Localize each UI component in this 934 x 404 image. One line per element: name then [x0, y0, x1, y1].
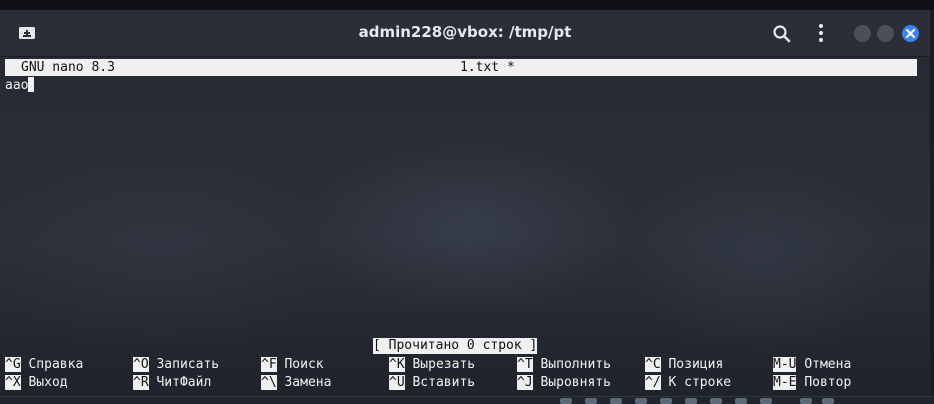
shortcut-exit[interactable]: ^X Выход: [5, 374, 68, 392]
minimize-button[interactable]: [854, 25, 871, 42]
close-button[interactable]: [902, 25, 919, 42]
shortcut-read-file[interactable]: ^R ЧитФайл: [133, 374, 211, 392]
shortcut-location[interactable]: ^C Позиция: [645, 356, 723, 374]
tray-icon[interactable]: [760, 398, 772, 404]
shortcut-go-to-line[interactable]: ^/ К строке: [645, 374, 731, 392]
text-cursor: [28, 77, 35, 92]
nano-edit-buffer[interactable]: aao: [5, 77, 35, 94]
tray-icon[interactable]: [560, 398, 572, 404]
tray-icon[interactable]: [685, 398, 697, 404]
maximize-button[interactable]: [877, 25, 894, 42]
shortcut-help[interactable]: ^G Справка: [5, 356, 83, 374]
shortcut-undo[interactable]: M-U Отмена: [773, 356, 851, 374]
nano-shortcut-bar: ^G Справка ^O Записать ^F Поиск ^K Вырез…: [5, 356, 925, 392]
desktop-top-panel: [0, 0, 934, 10]
buffer-line-1: aao: [5, 78, 29, 93]
shortcut-execute[interactable]: ^T Выполнить: [517, 356, 611, 374]
tray-icon[interactable]: [635, 398, 647, 404]
shortcut-redo[interactable]: M-E Повтор: [773, 374, 851, 392]
tray-icon[interactable]: [735, 398, 747, 404]
shortcut-where-is[interactable]: ^F Поиск: [261, 356, 324, 374]
search-icon[interactable]: [772, 24, 792, 44]
nano-version: GNU nano 8.3: [21, 60, 115, 75]
shortcut-justify[interactable]: ^J Выровнять: [517, 374, 611, 392]
nano-title-bar: GNU nano 8.3 1.txt *: [5, 59, 917, 76]
tray-icon[interactable]: [610, 398, 622, 404]
nano-filename: 1.txt *: [460, 60, 515, 75]
shortcut-paste[interactable]: ^U Вставить: [389, 374, 475, 392]
kebab-menu-icon[interactable]: [812, 23, 830, 43]
shortcut-write-out[interactable]: ^O Записать: [133, 356, 219, 374]
nano-status-message: [ Прочитано 0 строк ]: [373, 338, 538, 354]
shortcut-cut[interactable]: ^K Вырезать: [389, 356, 475, 374]
terminal-window[interactable]: admin228@vbox: /tmp/pt GNU nano 8.3 1.tx…: [0, 10, 930, 396]
tray-icon[interactable]: [585, 398, 597, 404]
tray-icon[interactable]: [822, 398, 834, 404]
terminal-area[interactable]: GNU nano 8.3 1.txt * aao [ Прочитано 0 с…: [0, 57, 930, 396]
tray-icon[interactable]: [660, 398, 672, 404]
title-bar[interactable]: admin228@vbox: /tmp/pt: [0, 10, 930, 57]
close-icon: [905, 28, 916, 39]
tray-icon[interactable]: [800, 398, 812, 404]
desktop-bottom-panel: [0, 396, 934, 404]
tray-icon[interactable]: [710, 398, 722, 404]
shortcut-replace[interactable]: ^\ Замена: [261, 374, 331, 392]
desktop: admin228@vbox: /tmp/pt GNU nano 8.3 1.tx…: [0, 0, 934, 404]
